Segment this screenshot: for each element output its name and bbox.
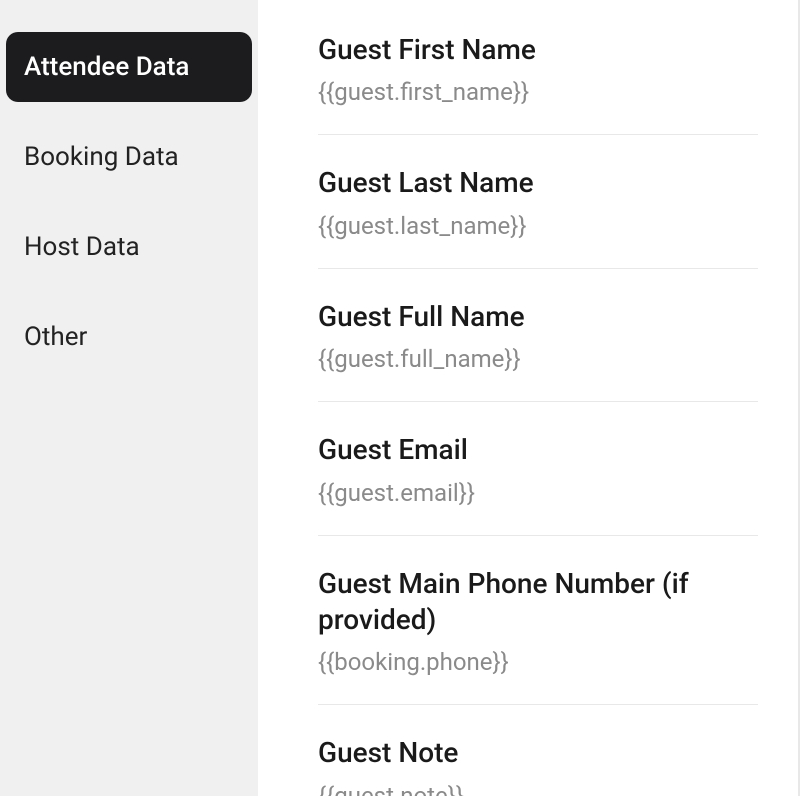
field-row-guest-last-name[interactable]: Guest Last Name {{guest.last_name}}	[318, 165, 758, 268]
field-row-guest-main-phone[interactable]: Guest Main Phone Number (if provided) {{…	[318, 566, 758, 706]
field-row-guest-full-name[interactable]: Guest Full Name {{guest.full_name}}	[318, 299, 758, 402]
sidebar-item-attendee-data[interactable]: Attendee Data	[6, 32, 252, 102]
sidebar-item-host-data[interactable]: Host Data	[6, 212, 252, 282]
field-token: {{booking.phone}}	[318, 648, 758, 676]
field-title: Guest Full Name	[318, 299, 758, 335]
field-title: Guest First Name	[318, 32, 758, 68]
sidebar: Attendee Data Booking Data Host Data Oth…	[0, 0, 258, 796]
field-token: {{guest.first_name}}	[318, 78, 758, 106]
field-token: {{guest.note}}	[318, 782, 758, 796]
field-row-guest-first-name[interactable]: Guest First Name {{guest.first_name}}	[318, 32, 758, 135]
field-token: {{guest.email}}	[318, 479, 758, 507]
sidebar-item-label: Booking Data	[24, 142, 179, 172]
sidebar-item-label: Attendee Data	[24, 52, 189, 82]
sidebar-item-label: Host Data	[24, 232, 140, 262]
sidebar-item-label: Other	[24, 322, 87, 352]
field-token: {{guest.full_name}}	[318, 345, 758, 373]
field-row-guest-note[interactable]: Guest Note {{guest.note}}	[318, 735, 758, 796]
field-list: Guest First Name {{guest.first_name}} Gu…	[258, 0, 798, 796]
field-title: Guest Note	[318, 735, 758, 771]
sidebar-item-other[interactable]: Other	[6, 302, 252, 372]
field-row-guest-email[interactable]: Guest Email {{guest.email}}	[318, 432, 758, 535]
sidebar-item-booking-data[interactable]: Booking Data	[6, 122, 252, 192]
field-token: {{guest.last_name}}	[318, 212, 758, 240]
main-panel: Guest First Name {{guest.first_name}} Gu…	[258, 0, 800, 796]
field-title: Guest Last Name	[318, 165, 758, 201]
field-title: Guest Main Phone Number (if provided)	[318, 566, 758, 639]
field-title: Guest Email	[318, 432, 758, 468]
